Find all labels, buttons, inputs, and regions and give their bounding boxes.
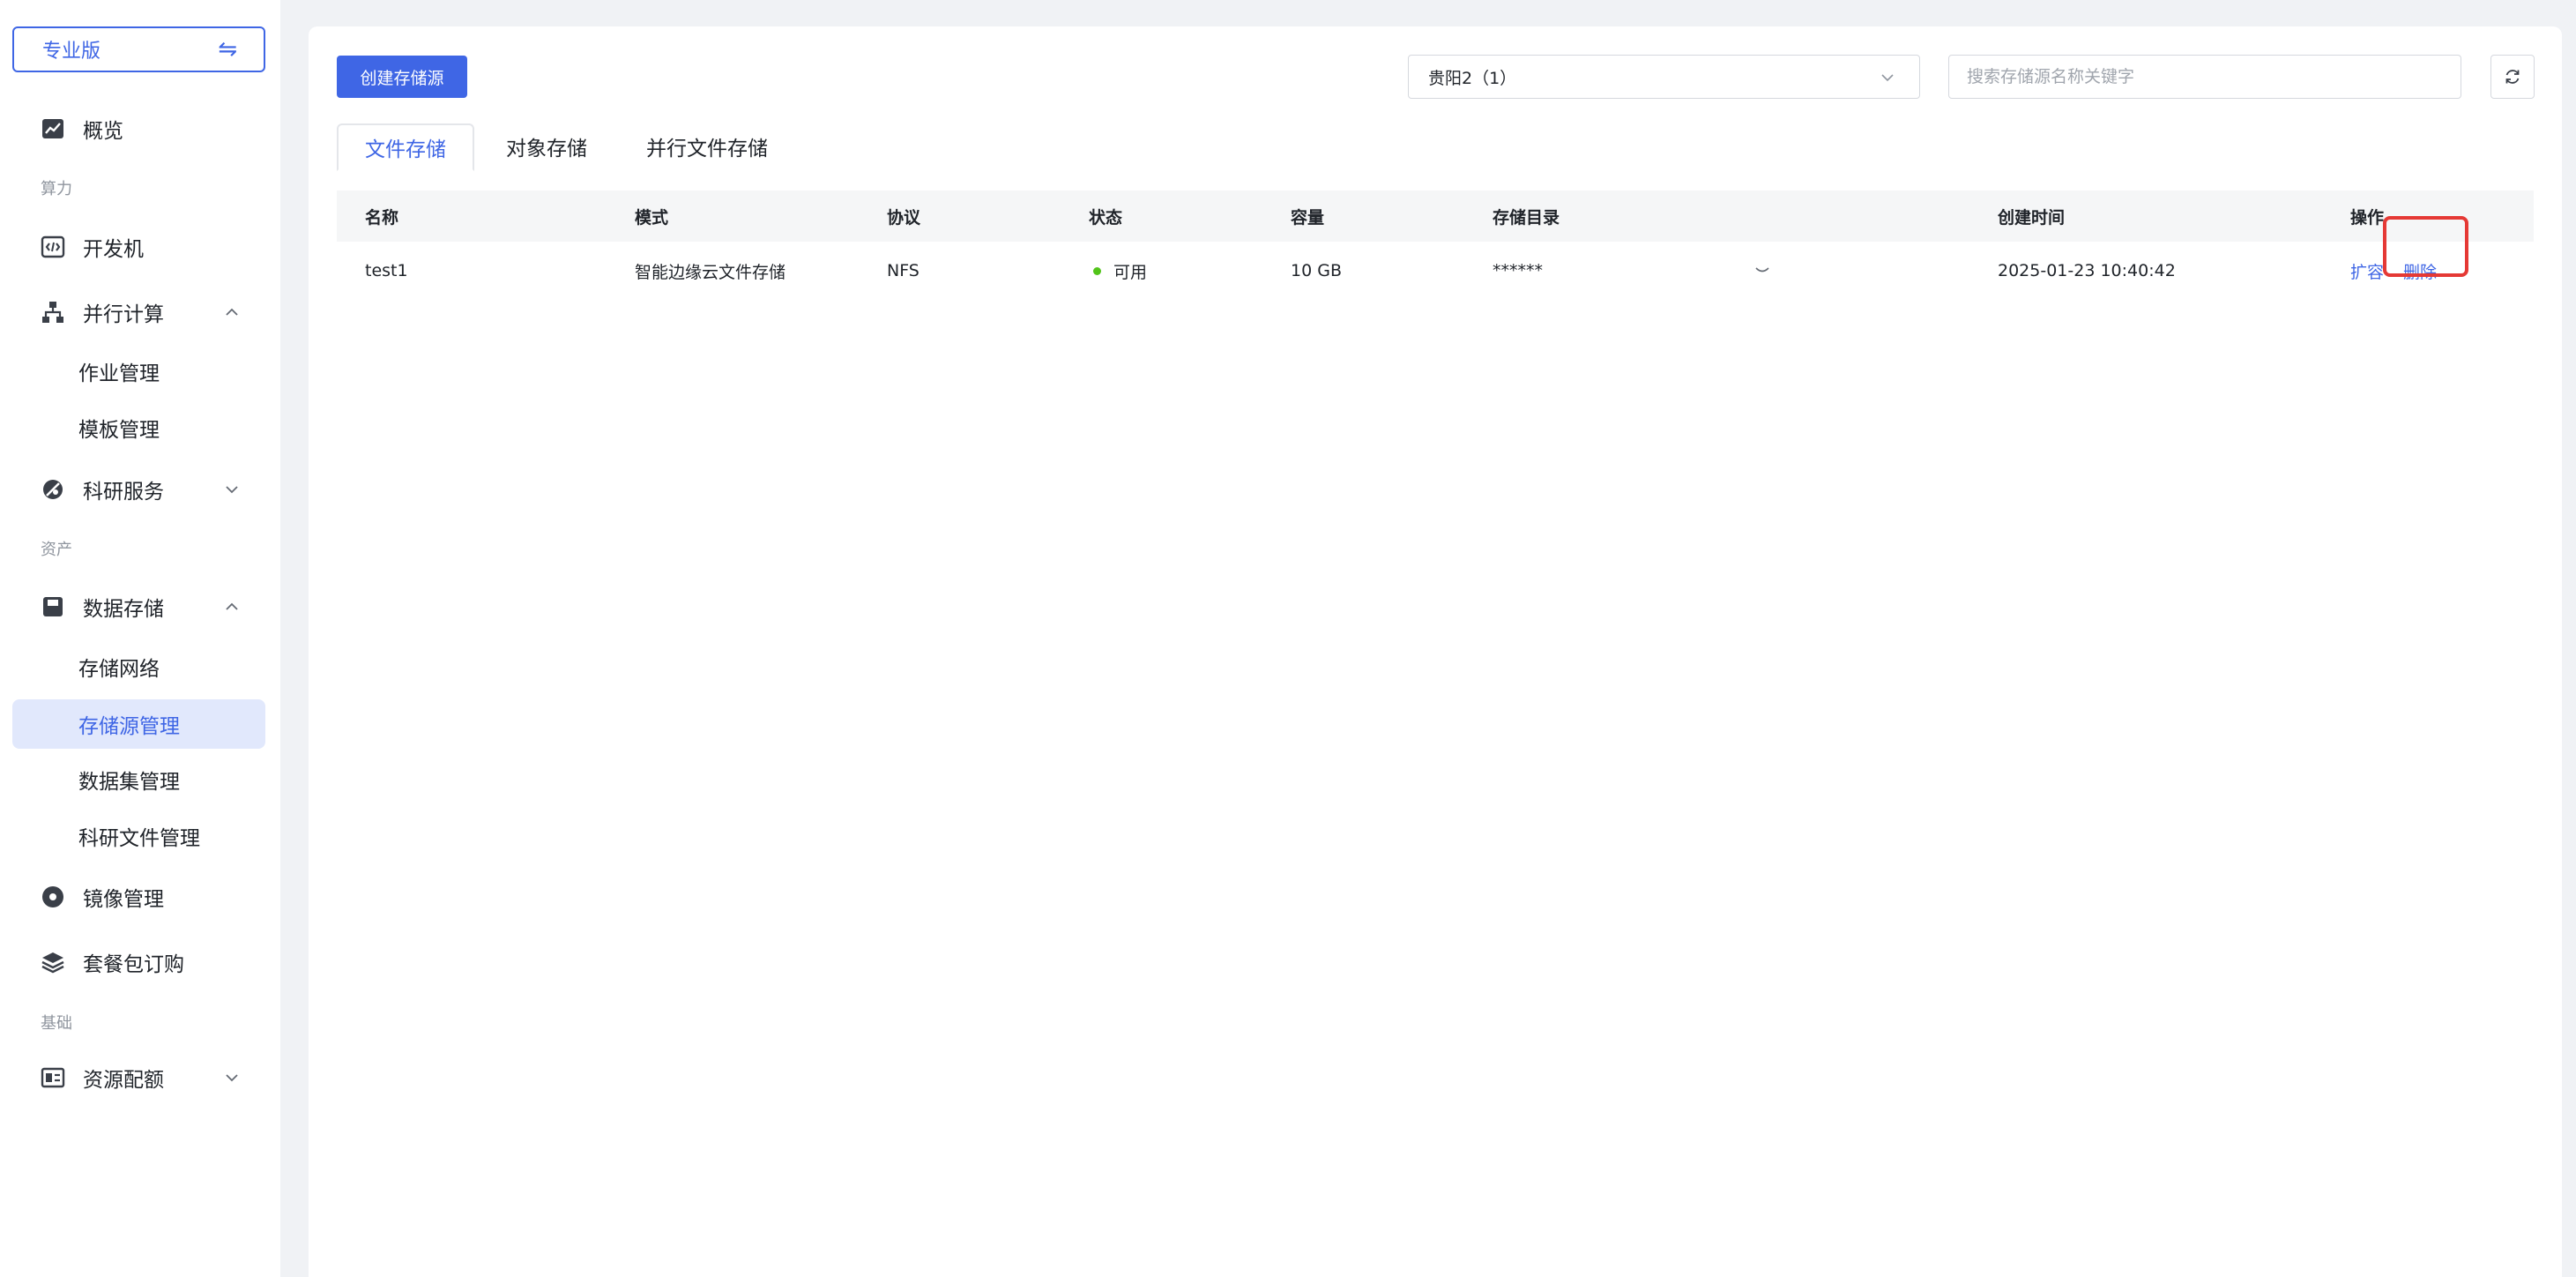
nav-storage-label: 数据存储 <box>83 598 164 621</box>
status-dot-icon <box>1093 266 1101 275</box>
nav-overview-label: 概览 <box>83 120 123 143</box>
sidebar: 专业版 ⇋ 概览 算力 开发机 并行计算 作业管理 模板管理 科研服务 资产 数… <box>0 0 280 1277</box>
tab-file-storage[interactable]: 文件存储 <box>337 123 474 171</box>
nav-image-mgmt-label: 镜像管理 <box>83 888 164 911</box>
col-mode: 模式 <box>635 207 669 228</box>
nav-job-mgmt[interactable]: 作业管理 <box>12 347 265 396</box>
code-icon <box>41 235 65 259</box>
tab-object-storage[interactable]: 对象存储 <box>485 123 608 169</box>
chevron-up-icon <box>226 308 238 316</box>
expand-link[interactable]: 扩容 <box>2350 242 2384 300</box>
app-root: 专业版 ⇋ 概览 算力 开发机 并行计算 作业管理 模板管理 科研服务 资产 数… <box>0 0 2576 1277</box>
col-protocol: 协议 <box>887 207 921 228</box>
nav-group-compute: 算力 <box>41 180 72 198</box>
nav-dataset[interactable]: 数据集管理 <box>12 755 265 804</box>
status-label: 可用 <box>1113 262 1148 282</box>
hierarchy-icon <box>41 300 65 325</box>
nav-research-files[interactable]: 科研文件管理 <box>12 811 265 861</box>
storage-icon <box>41 594 65 619</box>
nav-research[interactable]: 科研服务 <box>12 465 265 514</box>
layers-icon <box>41 950 65 975</box>
storage-table: 名称 模式 协议 状态 容量 存储目录 创建时间 操作 test1 智能边缘云文… <box>337 190 2534 300</box>
cell-directory: ****** <box>1493 261 1543 280</box>
cell-mode: 智能边缘云文件存储 <box>635 262 786 282</box>
disc-icon <box>41 885 65 909</box>
research-icon <box>41 477 65 502</box>
nav-quota-label: 资源配额 <box>83 1069 164 1092</box>
table-header: 名称 模式 协议 状态 容量 存储目录 创建时间 操作 <box>337 190 2534 242</box>
nav-group-assets: 资产 <box>41 541 72 559</box>
table-row: test1 智能边缘云文件存储 NFS 可用 10 GB ****** 2025… <box>337 242 2534 300</box>
nav-devbox[interactable]: 开发机 <box>12 222 265 272</box>
col-created: 创建时间 <box>1998 207 2066 228</box>
region-select[interactable]: 贵阳2（1） <box>1408 55 1920 99</box>
nav-storage-network[interactable]: 存储网络 <box>12 642 265 691</box>
cell-protocol: NFS <box>887 261 919 280</box>
col-actions: 操作 <box>2350 207 2385 228</box>
col-name: 名称 <box>365 207 399 228</box>
cell-name: test1 <box>365 261 408 280</box>
edition-switcher[interactable]: 专业版 ⇋ <box>12 26 265 72</box>
swap-icon: ⇋ <box>218 36 237 63</box>
cell-created: 2025-01-23 10:40:42 <box>1998 261 2176 280</box>
nav-template-mgmt[interactable]: 模板管理 <box>12 403 265 452</box>
cell-status: 可用 <box>1093 242 1147 300</box>
eye-closed-icon[interactable] <box>1754 242 1770 300</box>
region-select-value: 贵阳2（1） <box>1428 68 1517 88</box>
refresh-button[interactable] <box>2490 55 2535 99</box>
nav-devbox-label: 开发机 <box>83 238 144 261</box>
tab-parallel-file-storage[interactable]: 并行文件存储 <box>619 123 795 169</box>
nav-image-mgmt[interactable]: 镜像管理 <box>12 872 265 922</box>
nav-storage[interactable]: 数据存储 <box>12 582 265 631</box>
delete-link[interactable]: 删除 <box>2403 242 2437 300</box>
nav-parallel[interactable]: 并行计算 <box>12 288 265 337</box>
chevron-up-icon <box>226 602 238 610</box>
nav-research-label: 科研服务 <box>83 481 164 504</box>
nav-storage-source[interactable]: 存储源管理 <box>12 699 265 749</box>
nav-overview[interactable]: 概览 <box>12 104 265 153</box>
nav-package-label: 套餐包订购 <box>83 953 184 976</box>
main-panel: 创建存储源 贵阳2（1） 文件存储 对象存储 并行文件存储 名称 模式 协议 <box>309 26 2562 1277</box>
search-input[interactable] <box>1948 55 2461 99</box>
nav-package[interactable]: 套餐包订购 <box>12 937 265 987</box>
quota-icon <box>41 1065 65 1090</box>
chevron-down-icon <box>226 486 238 494</box>
col-status: 状态 <box>1089 207 1123 228</box>
nav-parallel-label: 并行计算 <box>83 303 164 326</box>
create-storage-button[interactable]: 创建存储源 <box>337 56 467 98</box>
col-capacity: 容量 <box>1291 207 1325 228</box>
chevron-down-icon <box>1881 74 1894 82</box>
chevron-down-icon <box>226 1074 238 1082</box>
nav-group-basic: 基础 <box>41 1014 72 1033</box>
nav-quota[interactable]: 资源配额 <box>12 1053 265 1102</box>
storage-tabs: 文件存储 对象存储 并行文件存储 <box>337 123 2534 194</box>
edition-label: 专业版 <box>42 41 101 63</box>
refresh-icon <box>2505 70 2520 84</box>
chart-icon <box>41 116 65 141</box>
cell-capacity: 10 GB <box>1291 261 1342 280</box>
col-directory: 存储目录 <box>1493 207 1560 228</box>
